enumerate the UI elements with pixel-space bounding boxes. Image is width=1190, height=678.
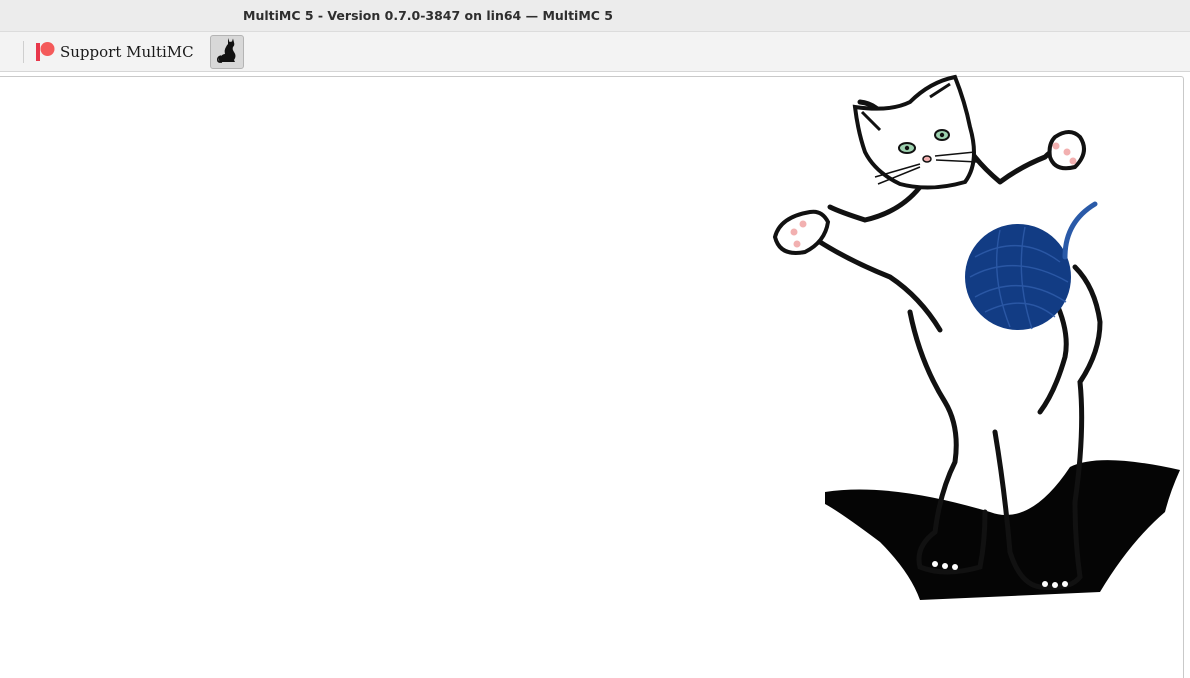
support-multimc-label: Support MultiMC xyxy=(60,43,194,61)
news-toolbar: Support MultiMC xyxy=(0,32,1190,72)
window-titlebar: MultiMC 5 - Version 0.7.0-3847 on lin64 … xyxy=(0,0,1190,32)
patreon-icon xyxy=(34,40,56,64)
window-title: MultiMC 5 - Version 0.7.0-3847 on lin64 … xyxy=(243,8,614,23)
support-multimc-button[interactable]: Support MultiMC xyxy=(30,37,198,67)
cat-icon xyxy=(216,37,238,67)
cat-playing-yarn-image xyxy=(772,74,1180,600)
toolbar-drag-handle[interactable] xyxy=(23,41,24,63)
cat-toggle-button[interactable] xyxy=(210,35,244,69)
